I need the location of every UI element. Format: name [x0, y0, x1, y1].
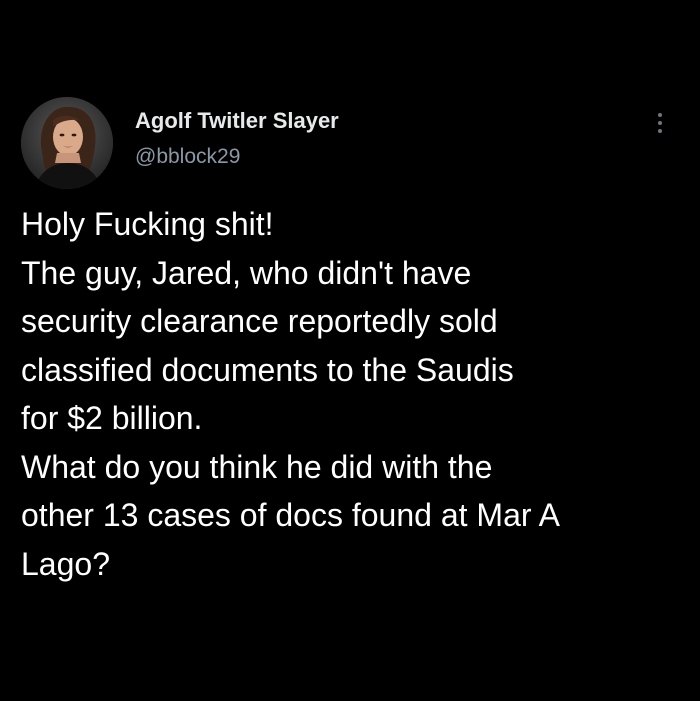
- tweet-text-line: other 13 cases of docs found at Mar A: [21, 497, 560, 533]
- tweet-text-line: security clearance reportedly sold: [21, 303, 498, 339]
- profile-photo: [21, 97, 113, 189]
- tweet-text-line: for $2 billion.: [21, 400, 203, 436]
- tweet-text-line: classified documents to the Saudis: [21, 351, 514, 388]
- avatar[interactable]: [21, 97, 113, 189]
- tweet-text-line: Holy Fucking shit!: [21, 206, 274, 242]
- tweet-text: Holy Fucking shit! The guy, Jared, who d…: [21, 200, 691, 588]
- tweet-text-line: What do you think he did with the: [21, 448, 493, 485]
- more-options-button[interactable]: [652, 108, 668, 138]
- tweet-text-line: The guy, Jared, who didn't have: [21, 254, 472, 291]
- author-handle[interactable]: @bblock29: [135, 145, 240, 169]
- author-display-name[interactable]: Agolf Twitler Slayer: [135, 108, 339, 134]
- tweet-text-line: Lago?: [21, 545, 110, 582]
- tweet-card: Agolf Twitler Slayer @bblock29 Holy Fuck…: [0, 0, 700, 701]
- more-vertical-icon: [658, 113, 662, 133]
